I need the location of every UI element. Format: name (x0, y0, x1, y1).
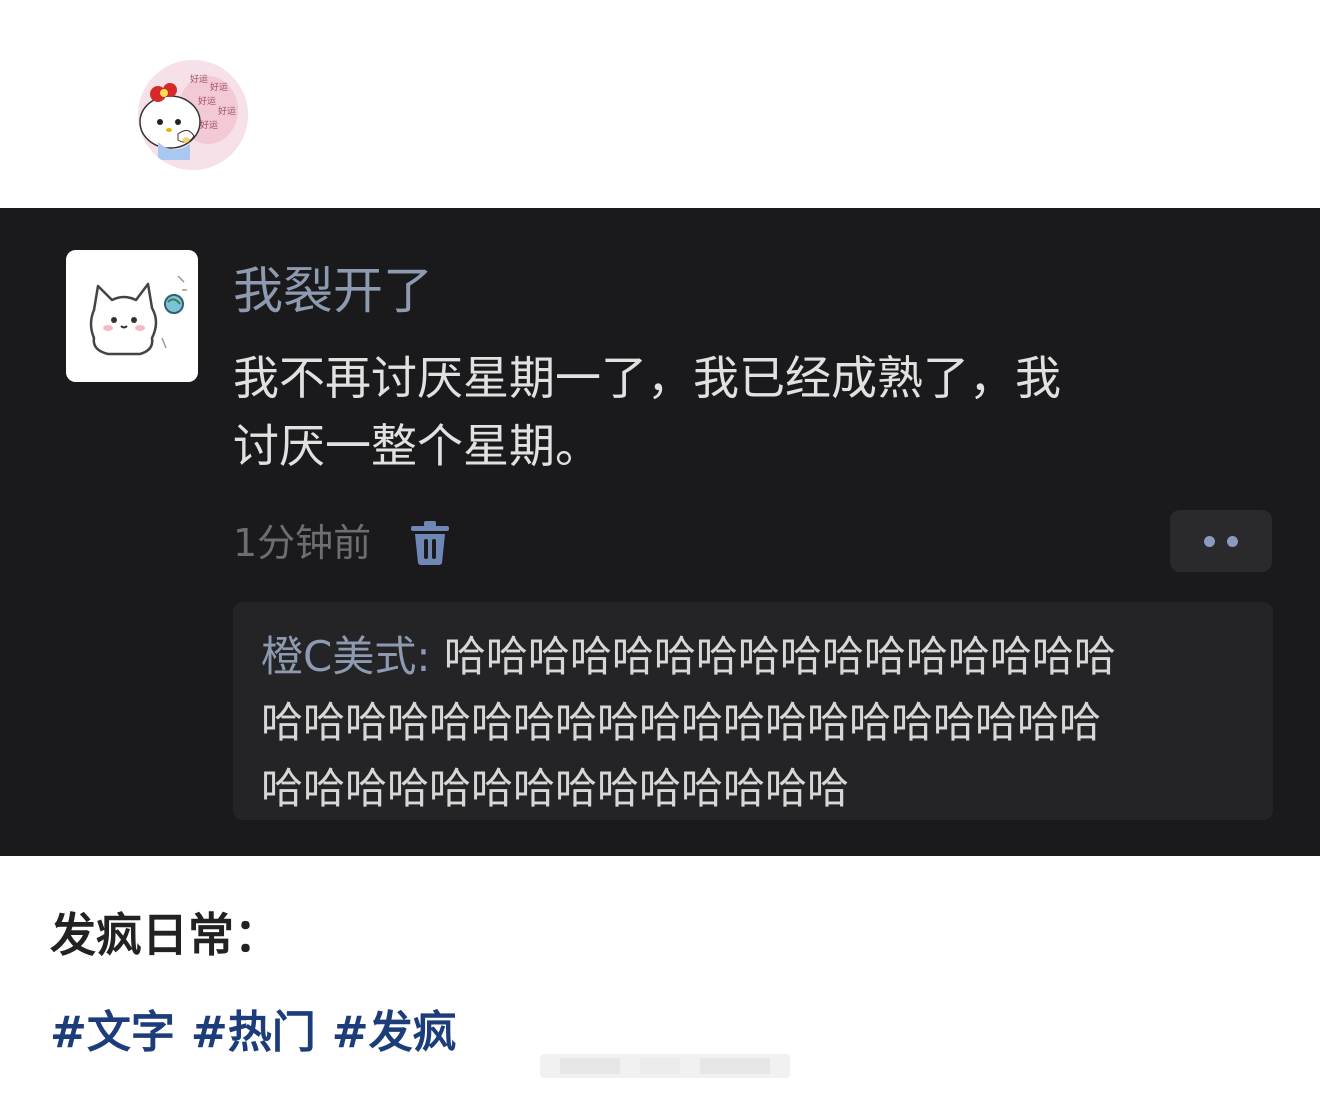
svg-text:好运: 好运 (198, 95, 216, 107)
more-options-button[interactable] (1170, 510, 1272, 572)
comment-timestamp: 1分钟前 (233, 521, 372, 565)
comment-body: 我不再讨厌星期一了，我已经成熟了，我 讨厌一整个星期。 (233, 351, 1061, 473)
trash-icon[interactable] (409, 520, 451, 566)
hello-kitty-avatar-icon: 好运好运 好运好运 好运 (138, 60, 248, 170)
more-dots-icon (1227, 535, 1238, 547)
reply-preview[interactable]: 橙C美式: 哈哈哈哈哈哈哈哈哈哈哈哈哈哈哈哈 哈哈哈哈哈哈哈哈哈哈哈哈哈哈哈哈哈… (233, 602, 1273, 820)
post-page: 好运 好运 好运 好运 好运 我裂开了 我不再讨厌星期一了，我已经成熟了，我 讨… (0, 0, 1320, 1095)
more-dots-icon (1204, 535, 1215, 547)
post-tags: #文字 #热门 #发疯 (50, 1000, 457, 1066)
reply-author[interactable]: 橙C美式: (261, 632, 430, 681)
commenter-avatar[interactable] (66, 250, 198, 382)
commenter-username[interactable]: 我裂开了 (233, 258, 433, 324)
watermark-image (540, 1054, 790, 1078)
svg-text:好运: 好运 (190, 73, 208, 85)
tag-link[interactable]: #发疯 (332, 1000, 457, 1066)
svg-text:好运: 好运 (210, 81, 228, 93)
post-caption: 发疯日常： (50, 908, 280, 962)
tag-link[interactable]: #文字 (50, 1000, 175, 1066)
comment-meta: 1分钟前 (233, 515, 451, 571)
reply-content: 橙C美式: 哈哈哈哈哈哈哈哈哈哈哈哈哈哈哈哈 哈哈哈哈哈哈哈哈哈哈哈哈哈哈哈哈哈… (261, 624, 1251, 822)
tag-link[interactable]: #热门 (191, 1000, 316, 1066)
svg-text:好运: 好运 (218, 105, 236, 117)
poster-avatar[interactable]: 好运 好运 好运 好运 好运 (138, 60, 248, 170)
white-cat-avatar-icon (66, 250, 198, 382)
svg-text:好运: 好运 (200, 119, 218, 131)
